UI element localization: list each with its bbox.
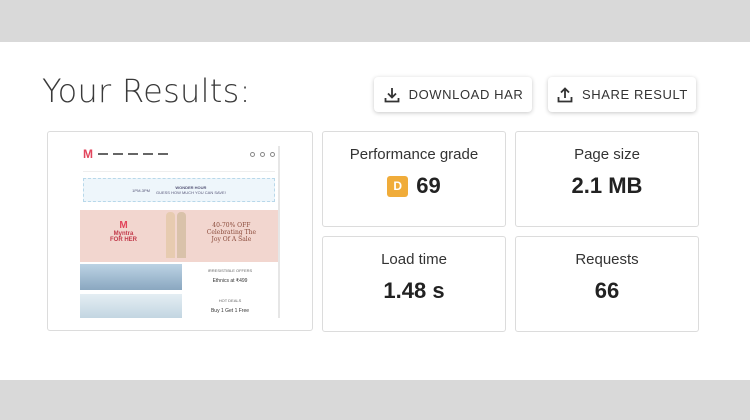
top-band [0, 0, 750, 42]
performance-grade-card: Performance grade D 69 [322, 131, 506, 227]
thumbnail-row-ethnic: IRRESISTIBLE OFFERS Ethnics at ₹499 [80, 264, 278, 290]
requests-card: Requests 66 [515, 236, 699, 332]
thumbnail-promo: M Myntra FOR HER 40-70% OFF Celebrating … [80, 210, 278, 262]
thumb-photo [80, 264, 182, 290]
load-time-label: Load time [381, 251, 447, 268]
website-thumbnail: M 1PM-3PM WONDER HOUR GUESS HOW MUCH YOU… [80, 146, 280, 318]
thumb-offer: 40-70% OFF Celebrating The Joy Of A Sale [206, 222, 256, 243]
thumbnail-banner: 1PM-3PM WONDER HOUR GUESS HOW MUCH YOU C… [83, 178, 275, 202]
page-size-value: 2.1 MB [571, 173, 643, 198]
download-har-button[interactable]: DOWNLOAD HAR [374, 77, 532, 112]
grade-badge: D [387, 175, 409, 197]
page-screenshot-card: M 1PM-3PM WONDER HOUR GUESS HOW MUCH YOU… [47, 131, 313, 331]
performance-grade-value: 69 [416, 173, 441, 198]
load-time-value: 1.48 s [383, 278, 445, 303]
thumb-banner-left: 1PM-3PM [132, 187, 150, 193]
download-har-label: DOWNLOAD HAR [408, 87, 524, 102]
page-size-card: Page size 2.1 MB [515, 131, 699, 227]
performance-grade-label: Performance grade [349, 146, 479, 163]
share-result-button[interactable]: SHARE RESULT [548, 77, 696, 112]
download-icon [384, 87, 399, 102]
thumb-banner-sub: GUESS HOW MUCH YOU CAN SAVE! [155, 190, 226, 195]
site-logo-icon: M [83, 147, 93, 161]
thumb-photo-2 [80, 294, 182, 318]
upload-icon [557, 86, 573, 102]
bottom-band [0, 380, 750, 420]
load-time-card: Load time 1.48 s [322, 236, 506, 332]
thumb-brand: M Myntra FOR HER [110, 220, 137, 243]
thumbnail-nav: M [80, 146, 278, 162]
requests-value: 66 [594, 278, 620, 303]
share-result-label: SHARE RESULT [582, 87, 688, 102]
page-title: Your Results: [42, 72, 251, 110]
requests-label: Requests [575, 251, 639, 268]
thumbnail-row-fest: HOT DEALS Buy 1 Get 1 Free [80, 294, 278, 318]
page-size-label: Page size [574, 146, 640, 163]
